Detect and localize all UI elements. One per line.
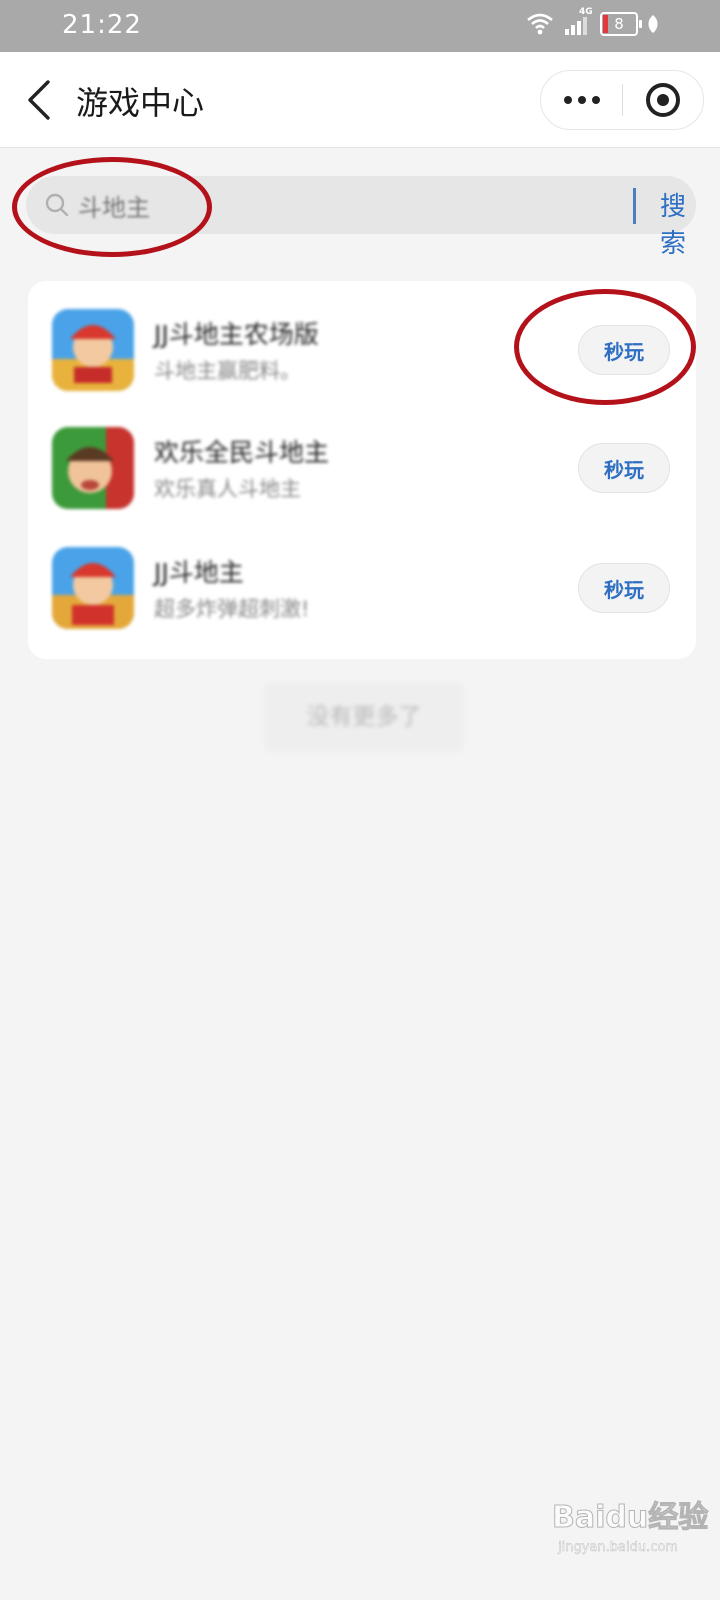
play-button[interactable]: 秒玩 [578,325,670,375]
status-icons: 4G 8 [526,7,660,36]
more-dots-icon [563,96,572,104]
page-title: 游戏中心 [76,84,205,122]
no-more-text: 没有更多了 [264,682,464,752]
search-button[interactable]: 搜索 [650,186,696,260]
play-button[interactable]: 秒玩 [578,563,670,613]
game-icon-huanle [52,427,134,509]
battery-indicator: 8 [600,12,642,36]
list-item[interactable]: 欢乐全民斗地主 欢乐真人斗地主 秒玩 [28,399,696,519]
game-name: JJ斗地主农场版 [154,320,319,349]
game-desc: 欢乐真人斗地主 [154,477,301,501]
watermark-logo: Baidu经验 [551,1500,709,1536]
search-results-list: JJ斗地主农场版 斗地主赢肥料。 秒玩 欢乐全民斗地主 欢乐真人斗地主 秒玩 J… [28,281,696,659]
wifi-icon [527,13,553,35]
baidu-jingyan-watermark: Baidu经验 jingyan.baidu.com [551,1492,708,1582]
game-name: JJ斗地主 [154,558,244,587]
game-name: 欢乐全民斗地主 [154,438,330,467]
mini-program-capsule [540,70,704,130]
nav-bar: 游戏中心 [0,52,720,148]
list-item[interactable]: JJ斗地主 超多炸弹超刺激! 秒玩 [28,519,696,639]
game-icon-jj [52,547,134,629]
close-mini-program-button[interactable] [623,70,703,130]
search-icon [45,193,69,217]
signal-icon [565,17,587,35]
game-icon-jj-farm [52,309,134,391]
game-desc: 斗地主赢肥料。 [154,359,301,383]
status-bar: 21:22 4G 8 [0,0,720,52]
leaf-icon [648,15,658,33]
record-icon [645,83,680,117]
search-bar: 搜索 [26,176,696,259]
search-input[interactable] [78,176,598,234]
cellular-signal: 4G [562,7,593,36]
battery-level: 8 [614,15,624,33]
list-item[interactable]: JJ斗地主农场版 斗地主赢肥料。 秒玩 [28,281,696,401]
play-button[interactable]: 秒玩 [578,443,670,493]
status-time: 21:22 [62,10,142,40]
chevron-left-icon [28,80,50,120]
back-button[interactable] [22,78,56,122]
more-button[interactable] [541,70,622,130]
battery-level-fill [603,15,608,33]
watermark-url: jingyan.baidu.com [558,1540,678,1555]
text-cursor [633,188,636,224]
game-desc: 超多炸弹超刺激! [154,597,310,621]
